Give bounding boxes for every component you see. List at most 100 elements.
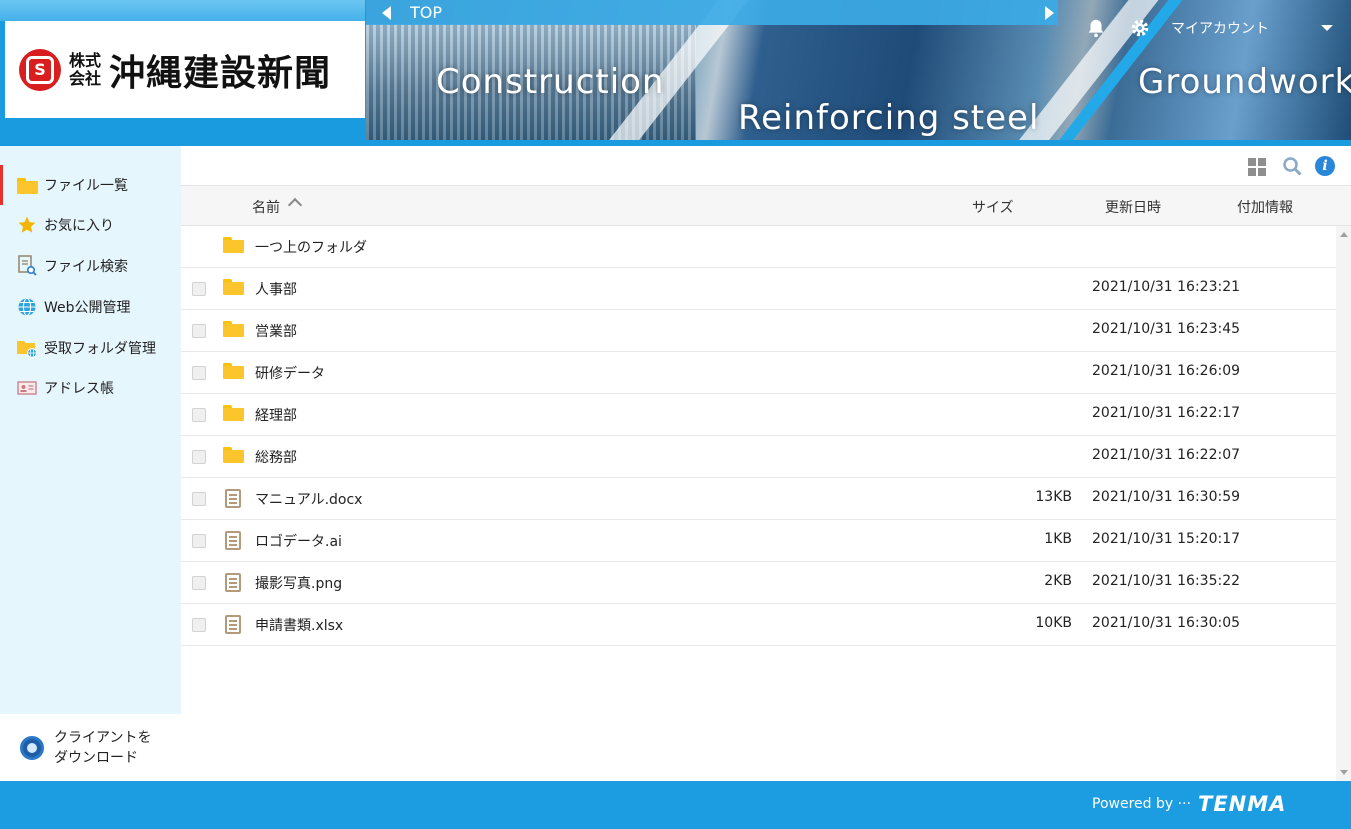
file-name[interactable]: 経理部 bbox=[255, 405, 297, 425]
sidebar-item-web-publish[interactable]: Web公開管理 bbox=[0, 287, 181, 327]
row-checkbox[interactable] bbox=[192, 450, 206, 464]
download-label-line1: クライアントを bbox=[54, 729, 152, 746]
file-updated: 2021/10/31 16:30:59 bbox=[1092, 489, 1241, 505]
file-name[interactable]: 営業部 bbox=[255, 321, 297, 341]
sidebar-item-label: 受取フォルダ管理 bbox=[44, 341, 156, 357]
breadcrumb-top[interactable]: TOP bbox=[410, 3, 442, 22]
file-name[interactable]: 撮影写真.png bbox=[255, 573, 342, 593]
row-checkbox[interactable] bbox=[192, 576, 206, 590]
table-row[interactable]: 営業部 2021/10/31 16:23:45 bbox=[181, 310, 1336, 352]
gear-icon[interactable] bbox=[1129, 17, 1151, 39]
table-row[interactable]: 総務部 2021/10/31 16:22:07 bbox=[181, 436, 1336, 478]
banner-word-reinforcing-steel: Reinforcing steel bbox=[738, 98, 1040, 138]
address-card-icon bbox=[16, 378, 38, 398]
row-checkbox[interactable] bbox=[192, 282, 206, 296]
download-client-label: クライアントを ダウンロード bbox=[54, 728, 151, 768]
file-updated: 2021/10/31 16:30:05 bbox=[1092, 615, 1241, 631]
folder-icon bbox=[223, 237, 243, 255]
breadcrumb-bar: TOP bbox=[366, 0, 1058, 25]
row-checkbox[interactable] bbox=[192, 408, 206, 422]
vertical-scrollbar[interactable] bbox=[1336, 226, 1351, 781]
table-row[interactable]: 人事部 2021/10/31 16:23:21 bbox=[181, 268, 1336, 310]
row-checkbox[interactable] bbox=[192, 366, 206, 380]
column-extra-info[interactable]: 付加情報 bbox=[1237, 197, 1293, 217]
table-row[interactable]: 撮影写真.png 2KB 2021/10/31 16:35:22 bbox=[181, 562, 1336, 604]
nav-back-icon[interactable] bbox=[374, 3, 400, 23]
footer: Powered by ··· TENMA bbox=[0, 781, 1351, 829]
download-label-line2: ダウンロード bbox=[54, 749, 138, 766]
row-checkbox[interactable] bbox=[192, 534, 206, 548]
scroll-down-icon[interactable] bbox=[1340, 770, 1348, 775]
star-icon bbox=[16, 215, 38, 235]
file-size: 13KB bbox=[1035, 489, 1072, 505]
globe-icon bbox=[16, 297, 38, 317]
tenma-logo[interactable]: TENMA bbox=[1198, 792, 1286, 816]
sidebar-item-label: Web公開管理 bbox=[44, 300, 131, 316]
powered-by-label: Powered by ··· bbox=[1092, 796, 1191, 812]
file-list-header: 名前 サイズ 更新日時 付加情報 bbox=[181, 186, 1351, 226]
chevron-down-icon[interactable] bbox=[1321, 25, 1333, 31]
company-type-line2: 会社 bbox=[69, 68, 102, 88]
row-checkbox[interactable] bbox=[192, 324, 206, 338]
table-row[interactable]: 研修データ 2021/10/31 16:26:09 bbox=[181, 352, 1336, 394]
file-updated: 2021/10/31 15:20:17 bbox=[1092, 531, 1241, 547]
logo-mark-letter: S bbox=[26, 55, 54, 84]
company-type-label: 株式 会社 bbox=[69, 50, 102, 88]
nav-forward-icon[interactable] bbox=[1042, 3, 1056, 23]
sidebar-item-favorites[interactable]: お気に入り bbox=[0, 205, 181, 245]
folder-icon bbox=[16, 175, 38, 195]
download-client-button[interactable]: クライアントを ダウンロード bbox=[0, 714, 181, 781]
header: S 株式 会社 沖縄建設新聞 Construction Reinforcing … bbox=[0, 0, 1351, 146]
shared-folder-icon bbox=[16, 338, 38, 358]
sidebar-item-file-search[interactable]: ファイル検索 bbox=[0, 246, 181, 286]
column-updated[interactable]: 更新日時 bbox=[1105, 197, 1161, 217]
file-updated: 2021/10/31 16:35:22 bbox=[1092, 573, 1241, 589]
info-icon[interactable]: i bbox=[1315, 156, 1335, 176]
my-account-menu[interactable]: マイアカウント bbox=[1171, 18, 1269, 38]
bell-icon[interactable] bbox=[1085, 17, 1107, 39]
sidebar-item-file-list[interactable]: ファイル一覧 bbox=[0, 165, 181, 205]
scroll-up-icon[interactable] bbox=[1340, 232, 1348, 237]
file-list: 一つ上のフォルダ 人事部 2021/10/31 16:23:21 営業部 202… bbox=[181, 226, 1336, 781]
company-logo[interactable]: S 株式 会社 沖縄建設新聞 bbox=[5, 21, 365, 118]
table-row[interactable]: マニュアル.docx 13KB 2021/10/31 16:30:59 bbox=[181, 478, 1336, 520]
file-name[interactable]: マニュアル.docx bbox=[255, 489, 362, 509]
document-icon bbox=[223, 531, 243, 550]
file-name[interactable]: ロゴデータ.ai bbox=[255, 531, 342, 551]
document-icon bbox=[223, 615, 243, 634]
file-size: 2KB bbox=[1044, 573, 1072, 589]
folder-icon bbox=[223, 405, 243, 423]
folder-icon bbox=[223, 321, 243, 339]
row-checkbox[interactable] bbox=[192, 492, 206, 506]
row-checkbox[interactable] bbox=[192, 618, 206, 632]
file-name[interactable]: 人事部 bbox=[255, 279, 297, 299]
table-row[interactable]: 申請書類.xlsx 10KB 2021/10/31 16:30:05 bbox=[181, 604, 1336, 646]
column-size[interactable]: サイズ bbox=[972, 197, 1014, 217]
table-row[interactable]: ロゴデータ.ai 1KB 2021/10/31 15:20:17 bbox=[181, 520, 1336, 562]
logo-top-strip bbox=[0, 0, 365, 21]
file-name[interactable]: 一つ上のフォルダ bbox=[255, 237, 367, 257]
header-tools: マイアカウント bbox=[1085, 14, 1333, 42]
sidebar-item-label: ファイル一覧 bbox=[44, 178, 128, 194]
banner-word-groundwork: Groundwork bbox=[1138, 62, 1351, 102]
sidebar-item-label: ファイル検索 bbox=[44, 259, 128, 275]
download-globe-icon bbox=[20, 735, 44, 760]
file-name[interactable]: 研修データ bbox=[255, 363, 325, 383]
file-search-icon bbox=[16, 255, 38, 276]
sidebar: ファイル一覧 お気に入り ファイル検索 Web公開管理 受取フォルダ管理 アドレ… bbox=[0, 146, 181, 781]
table-row[interactable]: 経理部 2021/10/31 16:22:17 bbox=[181, 394, 1336, 436]
file-updated: 2021/10/31 16:23:45 bbox=[1092, 321, 1241, 337]
sidebar-item-label: お気に入り bbox=[44, 218, 114, 234]
document-icon bbox=[223, 573, 243, 592]
file-name[interactable]: 申請書類.xlsx bbox=[255, 615, 343, 635]
file-updated: 2021/10/31 16:23:21 bbox=[1092, 279, 1241, 295]
sidebar-item-address-book[interactable]: アドレス帳 bbox=[0, 368, 181, 408]
column-name[interactable]: 名前 bbox=[252, 197, 280, 217]
search-icon[interactable] bbox=[1282, 156, 1302, 176]
company-type-line1: 株式 bbox=[69, 50, 102, 70]
parent-folder-row[interactable]: 一つ上のフォルダ bbox=[181, 226, 1336, 268]
file-name[interactable]: 総務部 bbox=[255, 447, 297, 467]
sort-ascending-icon[interactable] bbox=[287, 197, 303, 213]
grid-view-icon[interactable] bbox=[1248, 158, 1266, 176]
sidebar-item-receive-folder[interactable]: 受取フォルダ管理 bbox=[0, 328, 181, 368]
